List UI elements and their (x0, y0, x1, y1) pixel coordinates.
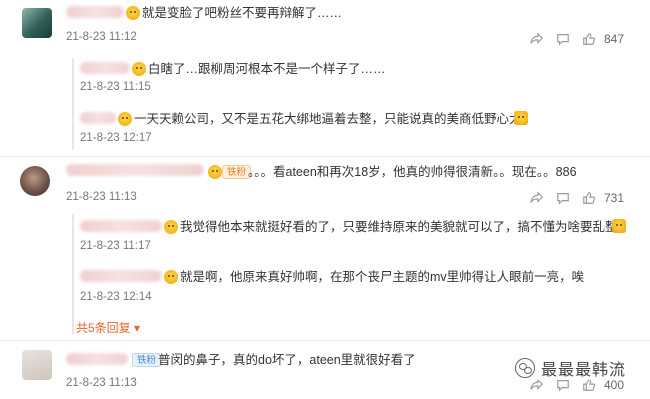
like-count: 731 (604, 191, 625, 205)
emoji-icon (514, 111, 528, 125)
fan-badge: 铁粉 (132, 353, 162, 367)
share-icon[interactable] (524, 189, 550, 207)
reply-text: 我觉得他本来就挺好看的了，只要维持原来的美貌就可以了，搞不懂为啥要乱整 (180, 220, 618, 234)
reply-text: 白瞎了…跟柳周河根本不是一个样子了…… (148, 62, 386, 76)
thumbs-up-icon[interactable] (576, 189, 602, 207)
watermark-text: 最最最韩流 (540, 362, 626, 379)
reply-time: 21-8-23 11:15 (80, 81, 151, 93)
reply-time: 21-8-23 12:17 (80, 132, 152, 144)
emoji-icon (126, 6, 140, 20)
avatar[interactable] (22, 350, 52, 380)
comment-actions: 847 (524, 30, 624, 48)
username-blurred[interactable] (80, 270, 162, 282)
comment-time: 21-8-23 11:12 (66, 31, 137, 43)
username-blurred[interactable] (80, 220, 162, 232)
reply-time: 21-8-23 11:17 (80, 240, 151, 252)
emoji-icon (164, 220, 178, 234)
like-count: 847 (604, 32, 625, 46)
username-blurred[interactable] (66, 353, 128, 365)
reply-text: 一天天赖公司，又不是五花大绑地逼着去整，只能说真的美商低野心大 (134, 112, 522, 126)
reply-thread-line (72, 214, 74, 334)
emoji-icon (118, 112, 132, 126)
like-count: 400 (604, 378, 625, 392)
divider (0, 340, 650, 341)
comment-text: 。。。看ateen和再次18岁，他真的帅得很清新。。现在。。886 (248, 165, 577, 179)
avatar[interactable] (22, 8, 52, 38)
reply-thread-line (72, 58, 74, 150)
emoji-icon (208, 165, 222, 179)
avatar[interactable] (20, 166, 50, 196)
username-blurred[interactable] (66, 164, 204, 176)
comment-icon[interactable] (550, 189, 576, 207)
comment-actions: 731 (524, 189, 624, 207)
reply-text: 就是啊，他原来真好帅啊，在那个丧尸主题的mv里帅得让人眼前一亮，唉 (180, 270, 585, 284)
divider (0, 156, 650, 157)
comment-text: 普闵的鼻子，真的do坏了，ateen里就很好看了 (158, 353, 416, 367)
emoji-icon (612, 219, 626, 233)
share-icon[interactable] (524, 30, 550, 48)
comment-time: 21-8-23 11:13 (66, 191, 137, 203)
watermark: 最最最韩流 (512, 356, 628, 380)
username-blurred[interactable] (66, 6, 124, 18)
reply-time: 21-8-23 12:14 (80, 291, 152, 303)
comment-text: 就是变脸了吧粉丝不要再辩解了…… (142, 6, 343, 20)
more-replies-link[interactable]: 共5条回复 ▾ (76, 319, 140, 336)
emoji-icon (132, 62, 146, 76)
comment-icon[interactable] (550, 30, 576, 48)
comment-time: 21-8-23 11:13 (66, 377, 137, 389)
emoji-icon (164, 270, 178, 284)
username-blurred[interactable] (80, 112, 116, 124)
fan-badge: 铁粉 (222, 165, 252, 179)
username-blurred[interactable] (80, 62, 130, 74)
thumbs-up-icon[interactable] (576, 30, 602, 48)
wechat-icon (514, 358, 535, 378)
